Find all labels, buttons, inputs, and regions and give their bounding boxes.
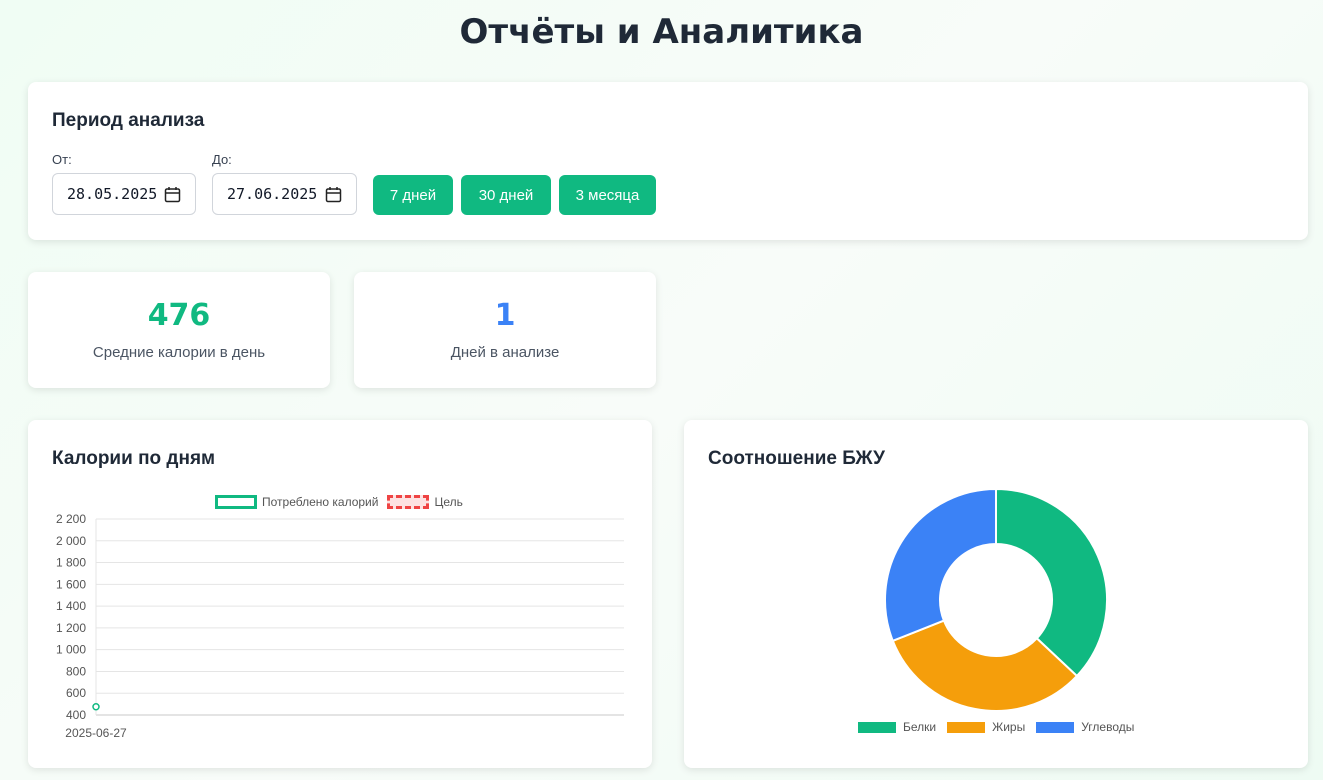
avg-calories-value: 476 [147, 298, 211, 333]
3-months-button[interactable]: 3 месяца [559, 175, 656, 215]
legend-swatch-carbs[interactable] [1036, 721, 1075, 733]
calories-line-chart: 2 200 2 000 1 800 1 600 1 400 1 200 1 000 800 60… [56, 512, 624, 740]
legend-swatch-protein[interactable] [858, 721, 896, 733]
from-label: От: [52, 152, 72, 167]
calories-chart-card: Калории по дням Потреблено калорий Цель … [28, 420, 652, 768]
days-count-label: Дней в анализе [450, 344, 560, 361]
macro-legend: Белки Жиры Углеводы [858, 720, 1134, 734]
slice-carbs[interactable] [884, 487, 997, 643]
y-tick-label: 600 [66, 686, 86, 700]
to-date-input[interactable]: 27.06.2025 [212, 173, 357, 215]
7-days-button[interactable]: 7 дней [373, 175, 453, 215]
y-tick-label: 1 200 [56, 621, 86, 635]
calendar-icon[interactable] [325, 186, 342, 203]
x-tick-label: 2025-06-27 [65, 726, 127, 740]
legend-label-fat: Жиры [992, 720, 1026, 734]
avg-calories-label: Средние калории в день [92, 344, 266, 361]
30-days-button[interactable]: 30 дней [461, 175, 551, 215]
to-field: До: 27.06.2025 [212, 152, 357, 215]
data-point-consumed[interactable] [92, 702, 100, 711]
from-date-value: 28.05.2025 [67, 185, 158, 203]
macro-chart-card: Соотношение БЖУ Белки Жиры Углеводы [684, 420, 1308, 768]
y-tick-label: 800 [66, 664, 86, 678]
calendar-icon[interactable] [164, 186, 181, 203]
days-count-value: 1 [494, 298, 516, 333]
from-date-input[interactable]: 28.05.2025 [52, 173, 196, 215]
legend-swatch-fat[interactable] [947, 721, 986, 733]
avg-calories-card: 476 Средние калории в день [28, 272, 330, 388]
y-tick-label: 2 200 [56, 512, 86, 526]
period-card: Период анализа От: 28.05.2025 До: 27.06.… [28, 82, 1308, 240]
from-field: От: 28.05.2025 [52, 152, 196, 215]
page-title: Отчёты и Аналитика [459, 12, 864, 52]
legend-label-carbs: Углеводы [1081, 720, 1135, 734]
y-tick-label: 1 000 [56, 643, 86, 657]
y-tick-label: 1 800 [56, 556, 86, 570]
y-tick-label: 1 400 [56, 599, 86, 613]
y-tick-label: 1 600 [56, 577, 86, 591]
y-tick-label: 2 000 [56, 534, 86, 548]
legend-label-protein: Белки [903, 720, 937, 734]
period-title: Период анализа [52, 110, 205, 131]
to-date-value: 27.06.2025 [227, 185, 318, 203]
slice-protein[interactable] [995, 487, 1108, 678]
days-count-card: 1 Дней в анализе [354, 272, 656, 388]
to-label: До: [212, 152, 232, 167]
y-tick-label: 400 [66, 708, 86, 722]
macro-donut-chart [884, 487, 1108, 712]
